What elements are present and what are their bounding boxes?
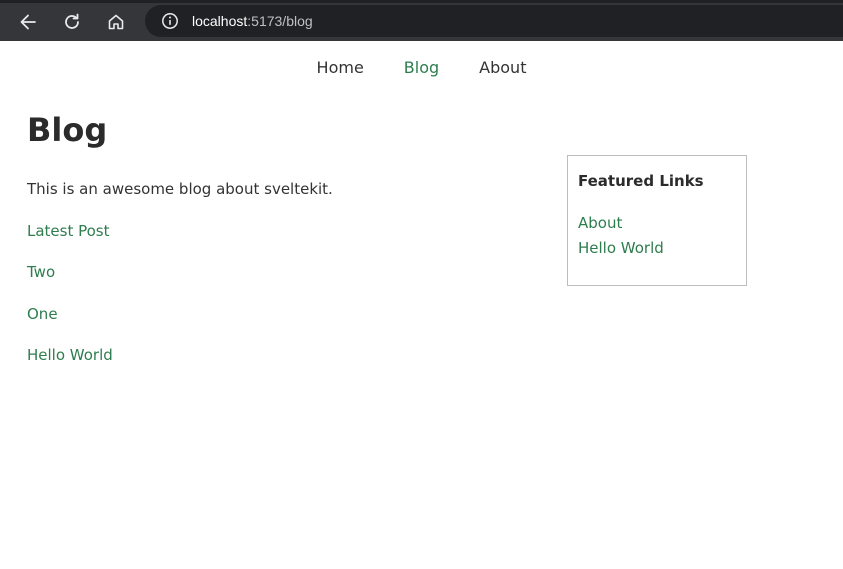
- post-link-latest[interactable]: Latest Post: [27, 219, 527, 243]
- post-link-hello-world[interactable]: Hello World: [27, 343, 527, 367]
- post-link-two[interactable]: Two: [27, 260, 527, 284]
- reload-button[interactable]: [57, 7, 87, 37]
- featured-link-about[interactable]: About: [578, 211, 736, 236]
- nav-link-about[interactable]: About: [479, 58, 526, 77]
- nav-link-home[interactable]: Home: [317, 58, 364, 77]
- site-nav: Home Blog About: [0, 41, 843, 93]
- url-path: :5173/blog: [247, 13, 313, 29]
- featured-links-list: About Hello World: [578, 211, 736, 261]
- back-button[interactable]: [13, 7, 43, 37]
- browser-toolbar: localhost:5173/blog: [0, 0, 843, 41]
- home-icon: [108, 14, 124, 30]
- featured-link-hello-world[interactable]: Hello World: [578, 236, 736, 261]
- post-link-one[interactable]: One: [27, 302, 527, 326]
- address-bar[interactable]: localhost:5173/blog: [145, 5, 843, 37]
- reload-icon: [65, 13, 79, 29]
- back-icon: [20, 14, 36, 30]
- info-icon[interactable]: [161, 12, 179, 30]
- url-host: localhost: [192, 13, 248, 29]
- blog-content: Blog This is an awesome blog about svelt…: [27, 108, 527, 367]
- featured-links-box: Featured Links About Hello World: [567, 155, 747, 286]
- home-button[interactable]: [101, 7, 131, 37]
- nav-link-blog[interactable]: Blog: [404, 58, 439, 77]
- blog-intro: This is an awesome blog about sveltekit.: [27, 180, 333, 198]
- featured-links-heading: Featured Links: [578, 172, 704, 190]
- page-title: Blog: [27, 111, 108, 149]
- url-text: localhost:5173/blog: [192, 13, 313, 29]
